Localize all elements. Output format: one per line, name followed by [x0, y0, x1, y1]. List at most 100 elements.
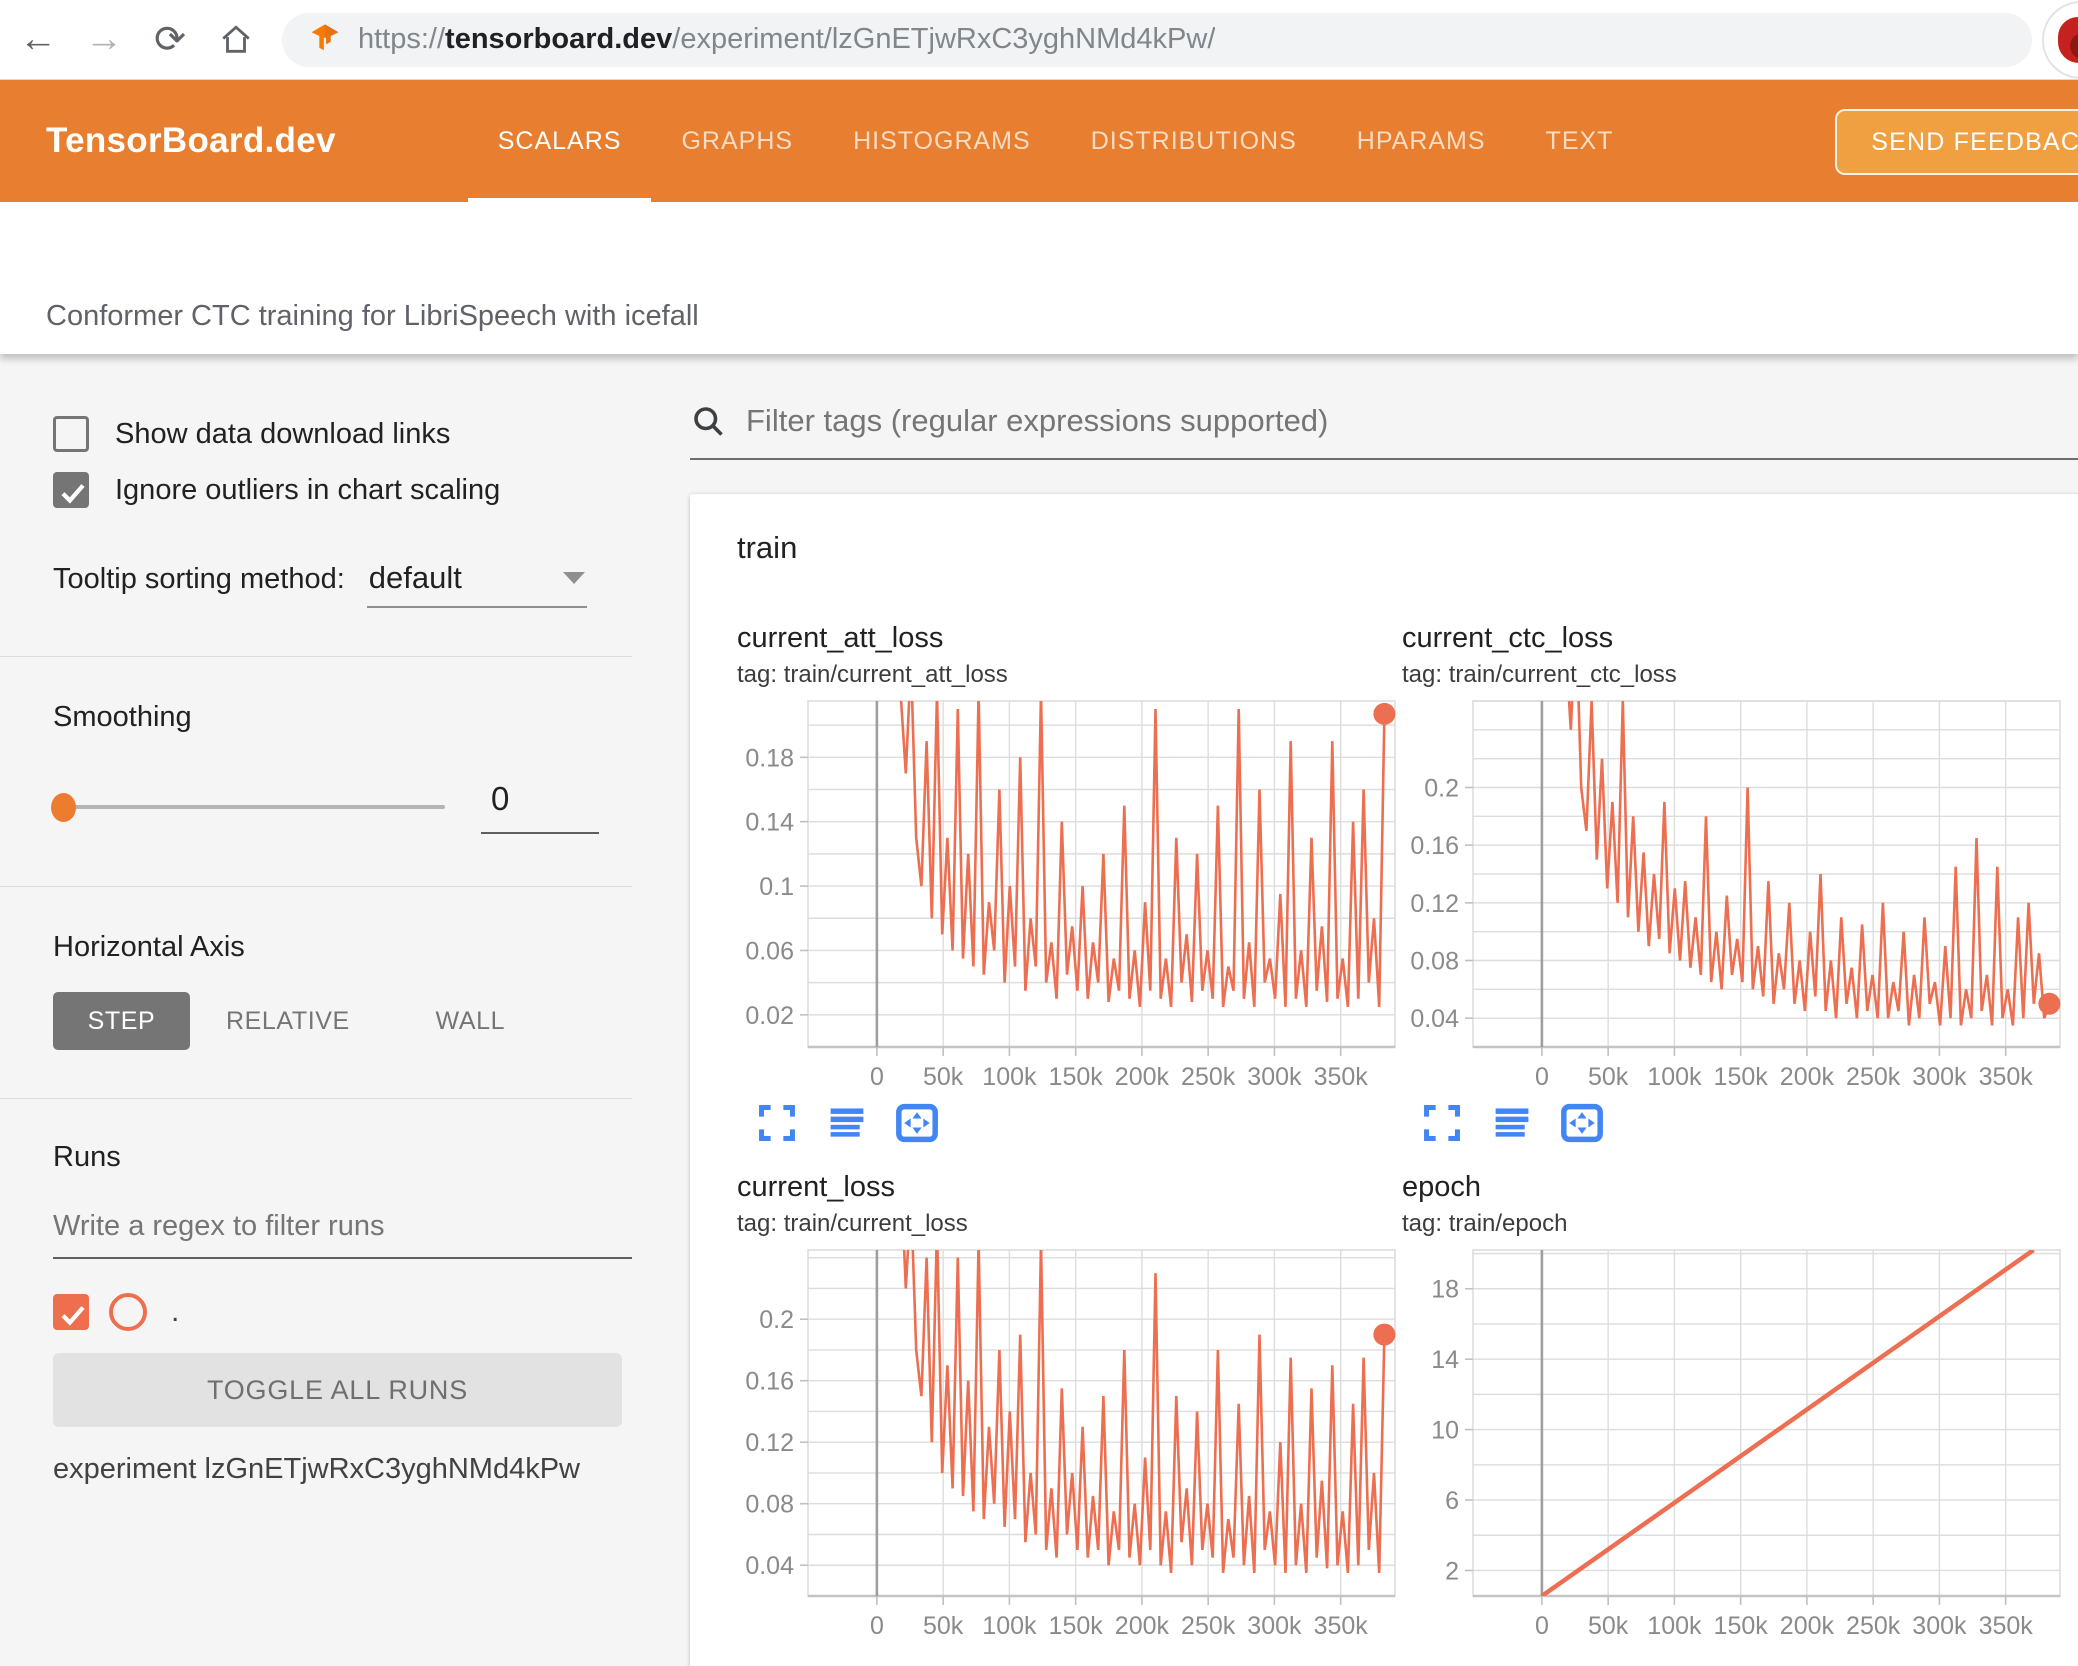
svg-text:300k: 300k: [1247, 1063, 1302, 1089]
home-icon[interactable]: [208, 12, 264, 68]
svg-text:14: 14: [1431, 1346, 1459, 1374]
reload-icon[interactable]: ⟳: [142, 12, 198, 68]
svg-text:0.08: 0.08: [745, 1491, 794, 1519]
chart-title: epoch: [1402, 1171, 1482, 1203]
svg-text:100k: 100k: [982, 1063, 1037, 1089]
svg-text:18: 18: [1431, 1276, 1459, 1304]
profile-avatar[interactable]: [2042, 1, 2078, 79]
tab-scalars[interactable]: SCALARS: [467, 80, 652, 202]
svg-text:200k: 200k: [1780, 1063, 1835, 1089]
tooltip-sorting-label: Tooltip sorting method:: [53, 563, 345, 595]
tensorboard-favicon: [311, 23, 339, 50]
chart-tag: tag: train/current_ctc_loss: [1402, 661, 1677, 688]
chart-plot[interactable]: 0.02 0.06 0.1 0.14 0.18 0 50k 100k 150k 200k 250k 3…: [737, 697, 1397, 1091]
svg-text:0.12: 0.12: [1410, 890, 1459, 918]
svg-text:100k: 100k: [982, 1612, 1037, 1638]
svg-text:0.02: 0.02: [745, 1002, 794, 1030]
run-checkbox[interactable]: [53, 1294, 89, 1330]
show-download-links-row[interactable]: Show data download links: [53, 416, 632, 452]
tooltip-sorting-dropdown[interactable]: default: [366, 560, 587, 608]
tensorboard-header: TensorBoard.dev SCALARS GRAPHS HISTOGRAM…: [0, 80, 2078, 202]
svg-text:0.06: 0.06: [745, 937, 794, 965]
fullscreen-icon[interactable]: [755, 1101, 799, 1145]
app-title: TensorBoard.dev: [46, 121, 336, 160]
tooltip-sorting-value: default: [368, 560, 462, 595]
svg-text:0: 0: [1535, 1612, 1549, 1638]
axis-step-button[interactable]: STEP: [53, 992, 190, 1050]
svg-text:100k: 100k: [1647, 1612, 1702, 1638]
svg-text:0.12: 0.12: [745, 1429, 794, 1457]
svg-text:150k: 150k: [1714, 1612, 1769, 1638]
address-bar[interactable]: https://tensorboard.dev/experiment/lzGnE…: [282, 12, 2032, 67]
tag-group-card: train current_att_loss tag: train/curren…: [690, 494, 2078, 1666]
svg-text:0.14: 0.14: [745, 809, 794, 837]
svg-text:0.04: 0.04: [745, 1552, 794, 1580]
smoothing-value-field[interactable]: 0: [481, 780, 599, 834]
run-row[interactable]: .: [53, 1293, 632, 1331]
svg-text:350k: 350k: [1314, 1063, 1369, 1089]
tab-hparams[interactable]: HPARAMS: [1327, 80, 1516, 202]
tab-distributions[interactable]: DISTRIBUTIONS: [1061, 80, 1327, 202]
svg-text:0.16: 0.16: [1410, 832, 1459, 860]
runs-regex-input[interactable]: [53, 1210, 632, 1259]
chart-plot[interactable]: 0.04 0.08 0.12 0.16 0.2 0 50k 100k 150k 200k 250k 3…: [737, 1246, 1397, 1640]
svg-text:150k: 150k: [1049, 1063, 1104, 1089]
svg-text:0: 0: [870, 1063, 884, 1089]
run-name: .: [171, 1295, 180, 1328]
send-feedback-button[interactable]: SEND FEEDBACK: [1835, 109, 2078, 175]
runs-selector-icon[interactable]: [825, 1101, 869, 1145]
svg-text:150k: 150k: [1714, 1063, 1769, 1089]
svg-text:200k: 200k: [1115, 1063, 1170, 1089]
fullscreen-icon[interactable]: [1420, 1101, 1464, 1145]
runs-selector-icon[interactable]: [1490, 1101, 1534, 1145]
svg-text:250k: 250k: [1181, 1063, 1236, 1089]
chart-actions: [1420, 1101, 2067, 1145]
chart-current-att-loss: current_att_loss tag: train/current_att_…: [737, 622, 1402, 1145]
svg-text:0.08: 0.08: [1410, 948, 1459, 976]
ignore-outliers-label: Ignore outliers in chart scaling: [115, 473, 501, 506]
back-icon[interactable]: ←: [10, 12, 66, 68]
chart-current-loss: current_loss tag: train/current_loss 0.0…: [737, 1171, 1402, 1640]
settings-sidebar: Show data download links Ignore outliers…: [0, 360, 632, 1486]
filter-tags-input[interactable]: [744, 402, 2078, 440]
chart-current-ctc-loss: current_ctc_loss tag: train/current_ctc_…: [1402, 622, 2067, 1145]
axis-wall-button[interactable]: WALL: [402, 992, 539, 1050]
horizontal-axis-label: Horizontal Axis: [53, 931, 245, 963]
tab-histograms[interactable]: HISTOGRAMS: [823, 80, 1061, 202]
search-icon: [694, 407, 723, 436]
top-tabs: SCALARS GRAPHS HISTOGRAMS DISTRIBUTIONS …: [467, 80, 1644, 202]
svg-text:200k: 200k: [1780, 1612, 1835, 1638]
svg-text:0.2: 0.2: [759, 1306, 794, 1334]
svg-text:50k: 50k: [923, 1063, 964, 1089]
forward-icon[interactable]: →: [76, 12, 132, 68]
browser-toolbar: ← → ⟳ https://tensorboard.dev/experiment…: [0, 0, 2078, 80]
svg-text:300k: 300k: [1247, 1612, 1302, 1638]
ignore-outliers-row[interactable]: Ignore outliers in chart scaling: [53, 472, 632, 508]
toggle-all-runs-button[interactable]: TOGGLE ALL RUNS: [53, 1353, 622, 1427]
svg-text:200k: 200k: [1115, 1612, 1170, 1638]
svg-text:10: 10: [1431, 1417, 1459, 1445]
fit-to-frame-icon[interactable]: [1560, 1101, 1604, 1145]
tab-graphs[interactable]: GRAPHS: [651, 80, 823, 202]
smoothing-slider-thumb[interactable]: [51, 793, 76, 822]
svg-text:0: 0: [870, 1612, 884, 1638]
fit-to-frame-icon[interactable]: [895, 1101, 939, 1145]
chart-plot[interactable]: 0.04 0.08 0.12 0.16 0.2 0 50k 100k 150k 200k 250k 3…: [1402, 697, 2062, 1091]
tag-group-title: train: [737, 530, 798, 565]
smoothing-slider[interactable]: [51, 793, 445, 822]
ignore-outliers-checkbox[interactable]: [53, 472, 89, 508]
axis-relative-button[interactable]: RELATIVE: [200, 992, 376, 1050]
svg-text:250k: 250k: [1846, 1612, 1901, 1638]
chart-plot[interactable]: 2 6 10 14 18 0 50k 100k 150k 200k 250k 300k 350k: [1402, 1246, 2062, 1640]
runs-label: Runs: [53, 1141, 121, 1173]
filter-tags-bar[interactable]: [690, 360, 2078, 460]
svg-text:0: 0: [1535, 1063, 1549, 1089]
svg-text:300k: 300k: [1912, 1612, 1967, 1638]
chart-tag: tag: train/epoch: [1402, 1210, 1568, 1237]
show-download-links-checkbox[interactable]: [53, 416, 89, 452]
scalars-main-panel: train current_att_loss tag: train/curren…: [690, 360, 2078, 1666]
tab-text[interactable]: TEXT: [1516, 80, 1644, 202]
url-text: https://tensorboard.dev/experiment/lzGnE…: [358, 23, 1216, 55]
svg-text:350k: 350k: [1314, 1612, 1369, 1638]
chevron-down-icon: [562, 572, 585, 584]
